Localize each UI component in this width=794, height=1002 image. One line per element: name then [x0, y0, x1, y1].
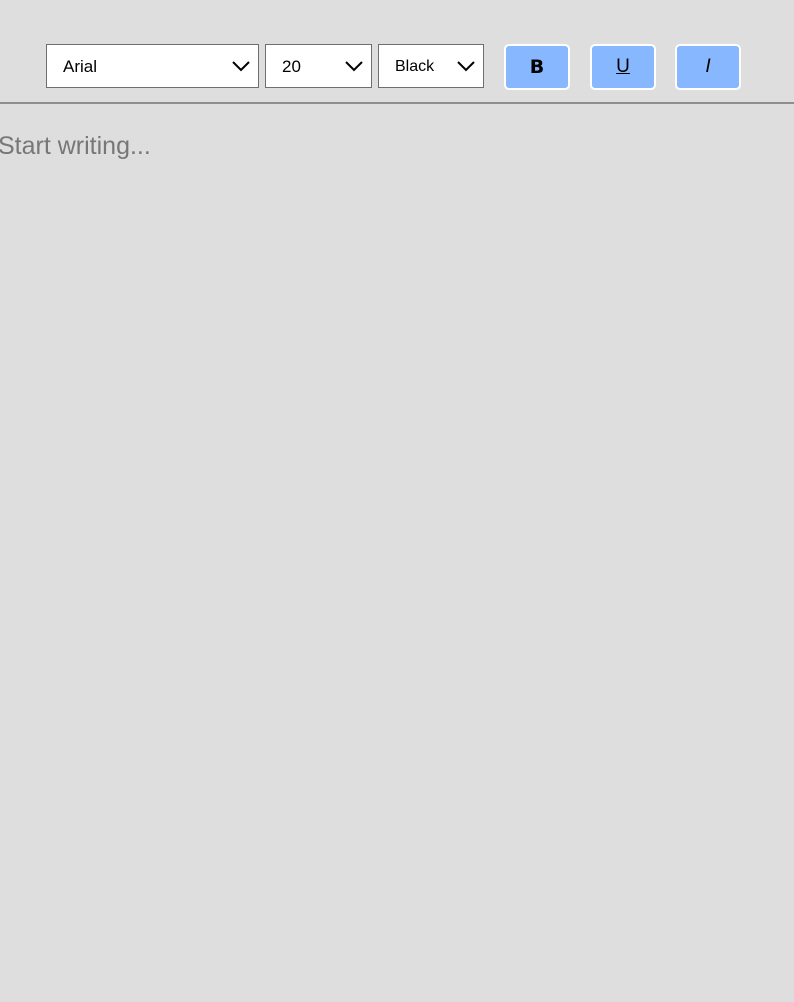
chevron-down-icon — [345, 61, 363, 72]
font-family-select[interactable]: Arial — [46, 44, 259, 88]
editor-placeholder: Start writing... — [0, 132, 151, 160]
chevron-down-icon — [232, 61, 250, 72]
chevron-down-icon — [457, 61, 475, 72]
underline-button[interactable]: U — [590, 44, 656, 90]
bold-button[interactable]: B — [504, 44, 570, 90]
font-family-value: Arial — [63, 57, 98, 76]
font-color-value: Black — [395, 58, 435, 75]
font-size-value: 20 — [282, 57, 301, 76]
italic-button[interactable]: I — [675, 44, 741, 90]
font-color-select[interactable]: Black — [378, 44, 484, 88]
formatting-toolbar: Arial 20 Black B U I — [0, 0, 794, 104]
font-size-select[interactable]: 20 — [265, 44, 372, 88]
text-editor-area[interactable]: Start writing... — [0, 104, 794, 1002]
